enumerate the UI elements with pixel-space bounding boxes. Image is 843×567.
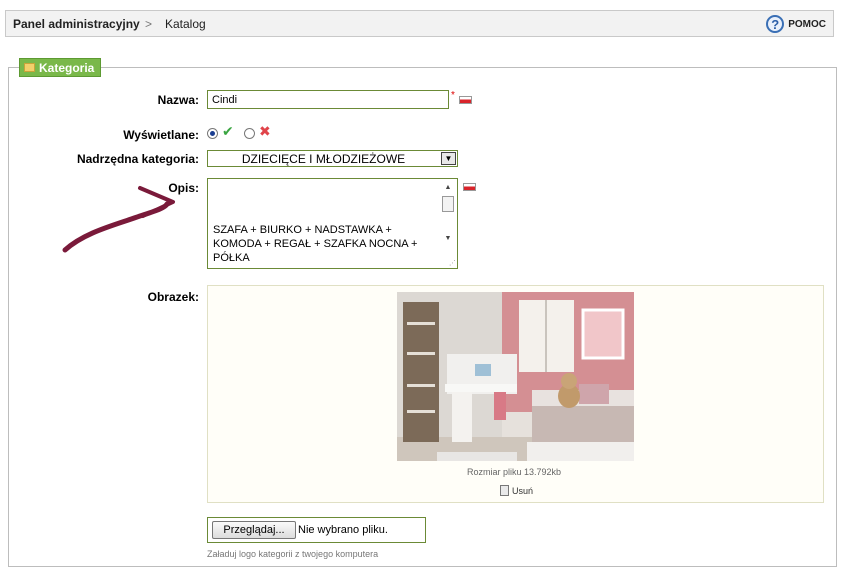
visible-no-radio[interactable] — [244, 128, 255, 139]
flag-pl-icon[interactable] — [459, 96, 472, 104]
help-icon: ? — [766, 15, 785, 33]
breadcrumb-current: Katalog — [165, 17, 206, 31]
check-icon: ✔ — [222, 123, 234, 139]
name-input[interactable]: Cindi — [207, 90, 449, 109]
upload-hint-text: Załaduj logo kategorii z twojego kompute… — [207, 549, 379, 559]
required-mark: * — [451, 90, 455, 101]
breadcrumb-separator-icon: > — [145, 17, 153, 31]
visible-label: Wyświetlane: — [123, 128, 199, 142]
remove-image-link[interactable]: Usuń — [512, 486, 533, 496]
parent-category-value: DZIECIĘCE I MŁODZIEŻOWE — [241, 152, 406, 166]
trash-icon[interactable] — [500, 485, 509, 496]
resize-grip-icon[interactable]: ⋰ — [449, 259, 456, 267]
description-textarea[interactable]: SZAFA + BIURKO + NADSTAWKA + KOMODA + RE… — [207, 178, 458, 269]
help-button[interactable]: ? POMOC — [766, 13, 826, 35]
parent-category-select[interactable]: DZIECIĘCE I MŁODZIEŻOWE ▼ — [207, 150, 458, 167]
file-size-text: Rozmiar pliku 13.792kb — [467, 467, 562, 477]
description-text: SZAFA + BIURKO + NADSTAWKA + KOMODA + RE… — [213, 224, 418, 264]
x-icon: ✖ — [259, 123, 271, 139]
section-title: Kategoria — [39, 60, 95, 75]
chevron-down-icon[interactable]: ▼ — [441, 152, 456, 165]
name-label: Nazwa: — [157, 93, 199, 107]
visible-yes-radio[interactable] — [207, 128, 218, 139]
top-bar: Panel administracyjny > Katalog ? POMOC — [5, 10, 834, 37]
section-legend: Kategoria — [19, 58, 102, 77]
file-upload-field[interactable]: Przeglądaj... Nie wybrano pliku. — [207, 517, 426, 543]
help-label: POMOC — [788, 18, 826, 30]
scroll-up-icon[interactable]: ▲ — [441, 181, 455, 193]
flag-pl-icon[interactable] — [463, 183, 476, 191]
parent-category-label: Nadrzędna kategoria: — [76, 152, 199, 166]
image-label: Obrazek: — [147, 290, 199, 304]
category-image — [397, 292, 634, 461]
browse-button[interactable]: Przeglądaj... — [212, 521, 296, 539]
breadcrumb-home[interactable]: Panel administracyjny — [13, 17, 140, 31]
annotation-arrow-icon — [62, 186, 175, 253]
folder-icon — [24, 63, 35, 72]
file-status-text: Nie wybrano pliku. — [298, 524, 388, 536]
scroll-thumb[interactable] — [442, 196, 454, 212]
description-scrollbar[interactable]: ▲ ▼ — [441, 181, 455, 244]
scroll-down-icon[interactable]: ▼ — [441, 232, 455, 244]
